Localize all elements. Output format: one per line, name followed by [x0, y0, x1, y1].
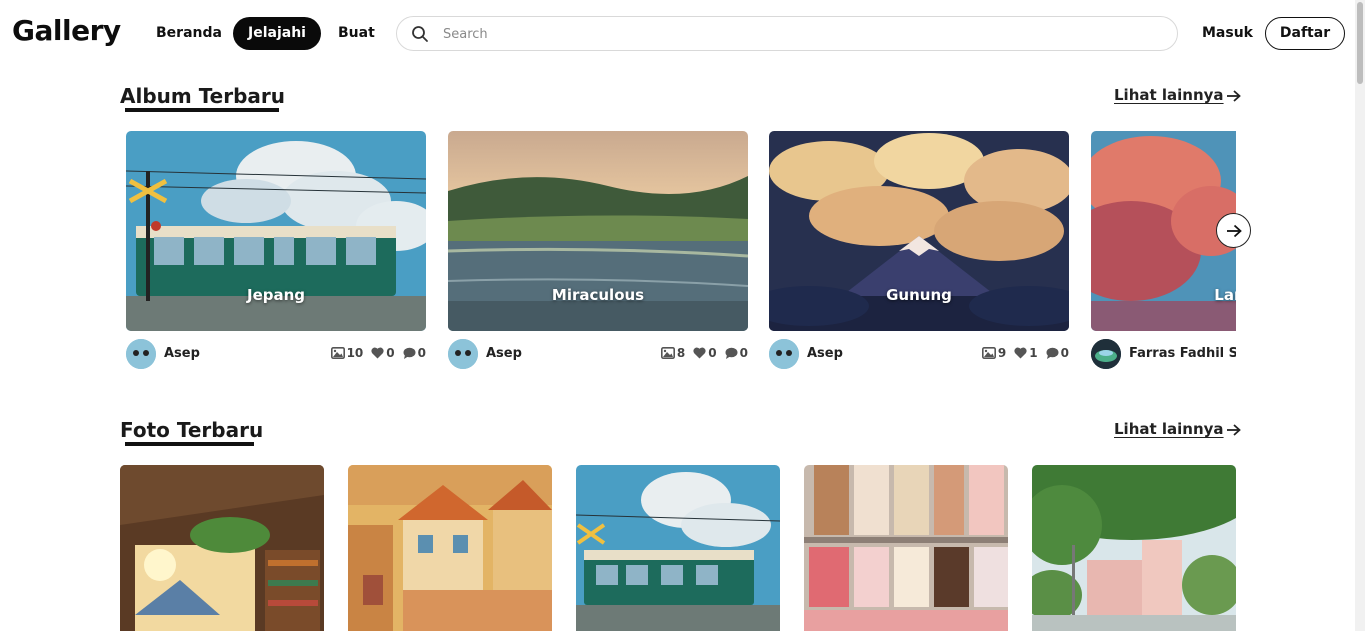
avatar[interactable]	[448, 339, 478, 369]
photo-count: 8	[676, 346, 686, 360]
app-logo[interactable]: Gallery	[12, 14, 121, 47]
heart-icon	[1014, 347, 1027, 359]
photo-count: 9	[997, 346, 1007, 360]
photo-thumbnail[interactable]	[804, 465, 1008, 631]
album-meta: Asep 9 1 0	[769, 338, 1069, 369]
album-card[interactable]: Miraculous Asep 8 0 0	[448, 131, 748, 376]
album-see-more-label: Lihat lainnya	[1114, 86, 1224, 104]
arrow-right-icon	[1226, 89, 1241, 102]
heart-icon	[371, 347, 384, 359]
login-link[interactable]: Masuk	[1202, 25, 1253, 41]
comment-icon	[403, 347, 416, 359]
album-name: Langit	[1214, 286, 1236, 304]
album-stats: 8 0 0	[655, 346, 748, 360]
album-title-underline	[125, 108, 279, 112]
image-icon	[981, 347, 996, 359]
photo-title-underline	[125, 442, 254, 446]
avatar[interactable]	[769, 339, 799, 369]
comment-icon	[1046, 347, 1059, 359]
album-meta: Asep 8 0 0	[448, 338, 748, 369]
photo-thumbnail[interactable]	[576, 465, 780, 631]
photo-count: 10	[346, 346, 364, 360]
album-owner[interactable]: Farras Fadhil Syahputra	[1129, 346, 1236, 361]
image-icon	[660, 347, 675, 359]
photo-thumbnail[interactable]	[1032, 465, 1236, 631]
album-see-more-link[interactable]: Lihat lainnya	[1114, 86, 1241, 104]
album-card[interactable]: Jepang Asep 10 0 0	[126, 131, 426, 376]
album-name: Jepang	[246, 286, 306, 304]
page-scrollbar[interactable]	[1355, 0, 1365, 631]
search-input[interactable]	[443, 23, 1143, 45]
register-button[interactable]: Daftar	[1265, 17, 1345, 50]
like-count: 0	[386, 346, 395, 360]
photo-thumbnail[interactable]	[120, 465, 324, 631]
chevron-right-icon	[1226, 224, 1242, 237]
image-icon	[330, 347, 345, 359]
album-owner[interactable]: Asep	[486, 346, 522, 361]
search-icon	[412, 26, 428, 42]
comment-count: 0	[739, 346, 748, 360]
album-stats: 9 1 0	[976, 346, 1069, 360]
carousel-next-button[interactable]	[1216, 213, 1251, 248]
album-owner[interactable]: Asep	[807, 346, 843, 361]
album-name: Miraculous	[551, 286, 645, 304]
album-name: Gunung	[886, 286, 952, 304]
album-carousel: Jepang Asep 10 0 0 Miraculous Asep 8 0 0…	[126, 131, 1236, 376]
arrow-right-icon	[1226, 423, 1241, 436]
like-count: 0	[708, 346, 717, 360]
search-bar[interactable]	[396, 16, 1178, 51]
heart-icon	[693, 347, 706, 359]
photo-see-more-link[interactable]: Lihat lainnya	[1114, 420, 1241, 438]
comment-count: 0	[1060, 346, 1069, 360]
album-card[interactable]: Gunung Asep 9 1 0	[769, 131, 1069, 376]
album-owner[interactable]: Asep	[164, 346, 200, 361]
scrollbar-thumb[interactable]	[1357, 2, 1363, 84]
photo-section-title: Foto Terbaru	[120, 418, 264, 442]
album-card[interactable]: Langit Farras Fadhil Syahputra	[1091, 131, 1236, 376]
comment-count: 0	[417, 346, 426, 360]
nav-jelajahi[interactable]: Jelajahi	[233, 17, 321, 50]
album-stats: 10 0 0	[325, 346, 426, 360]
avatar[interactable]	[126, 339, 156, 369]
photo-thumbnail[interactable]	[348, 465, 552, 631]
album-meta: Farras Fadhil Syahputra	[1091, 338, 1236, 369]
like-count: 1	[1029, 346, 1038, 360]
album-meta: Asep 10 0 0	[126, 338, 426, 369]
nav-buat[interactable]: Buat	[338, 17, 375, 50]
comment-icon	[725, 347, 738, 359]
photo-see-more-label: Lihat lainnya	[1114, 420, 1224, 438]
nav-beranda[interactable]: Beranda	[156, 17, 222, 50]
album-section-title: Album Terbaru	[120, 84, 286, 108]
top-navbar: Gallery Beranda Jelajahi Buat Masuk Daft…	[0, 0, 1355, 66]
avatar[interactable]	[1091, 339, 1121, 369]
